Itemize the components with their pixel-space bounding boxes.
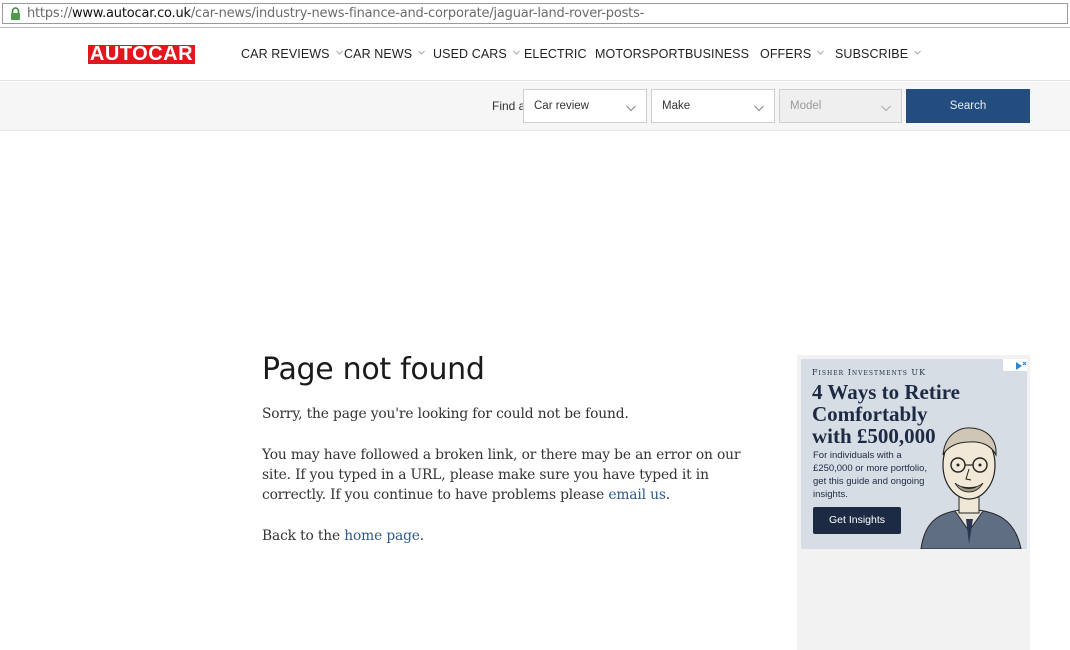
find-a-label: Find a xyxy=(492,99,526,113)
explanation-text: You may have followed a broken link, or … xyxy=(262,445,752,505)
explanation-end: . xyxy=(665,487,671,503)
url-field[interactable]: https://www.autocar.co.uk/car-news/indus… xyxy=(2,3,1068,24)
chevron-down-icon xyxy=(817,49,825,56)
nav-car-reviews[interactable]: CAR REVIEWS xyxy=(241,47,343,63)
nav-electric[interactable]: ELECTRIC xyxy=(524,47,587,63)
chevron-down-icon xyxy=(881,103,891,112)
ad-brand: Fisher Investments UK xyxy=(812,368,927,377)
nav-business[interactable]: BUSINESS xyxy=(685,47,749,63)
chevron-down-icon xyxy=(335,49,343,56)
back-end: . xyxy=(419,528,425,544)
email-us-link[interactable]: email us xyxy=(608,487,666,503)
autocar-logo[interactable]: AUTOCAR xyxy=(88,44,195,64)
chevron-down-icon xyxy=(626,103,636,112)
nav-used-cars[interactable]: USED CARS xyxy=(433,47,520,63)
model-value: Model xyxy=(790,100,822,112)
review-type-value: Car review xyxy=(534,100,589,112)
browser-address-bar: https://www.autocar.co.uk/car-news/indus… xyxy=(0,0,1070,28)
main-navigation: AUTOCAR CAR REVIEWS CAR NEWS USED CARS E… xyxy=(0,29,1070,81)
search-button[interactable]: Search xyxy=(906,89,1030,123)
url-text: https://www.autocar.co.uk/car-news/indus… xyxy=(27,6,645,21)
nav-motorsport[interactable]: MOTORSPORT xyxy=(595,47,685,63)
not-found-message: Sorry, the page you're looking for could… xyxy=(262,406,629,422)
model-select[interactable]: Model xyxy=(779,89,902,123)
adchoices-icon[interactable] xyxy=(1003,359,1027,371)
car-finder-bar: Find a Car review Make Model Search xyxy=(0,82,1070,131)
chevron-down-icon xyxy=(418,49,426,56)
page-title: Page not found xyxy=(262,352,485,387)
nav-offers[interactable]: OFFERS xyxy=(760,47,825,63)
lock-icon xyxy=(10,7,21,21)
review-type-select[interactable]: Car review xyxy=(523,89,647,123)
back-prefix: Back to the xyxy=(262,528,345,544)
back-to-home-text: Back to the home page. xyxy=(262,526,752,546)
man-portrait-illustration xyxy=(920,427,1022,549)
home-page-link[interactable]: home page xyxy=(344,528,420,544)
chevron-down-icon xyxy=(512,49,520,56)
advertisement[interactable]: Fisher Investments UK 4 Ways to Retire C… xyxy=(801,359,1027,549)
get-insights-button[interactable]: Get Insights xyxy=(813,507,901,534)
nav-car-news[interactable]: CAR NEWS xyxy=(344,47,426,63)
chevron-down-icon xyxy=(914,49,922,56)
make-select[interactable]: Make xyxy=(651,89,775,123)
make-value: Make xyxy=(662,100,691,112)
chevron-down-icon xyxy=(754,103,764,112)
nav-subscribe[interactable]: SUBSCRIBE xyxy=(835,47,922,63)
